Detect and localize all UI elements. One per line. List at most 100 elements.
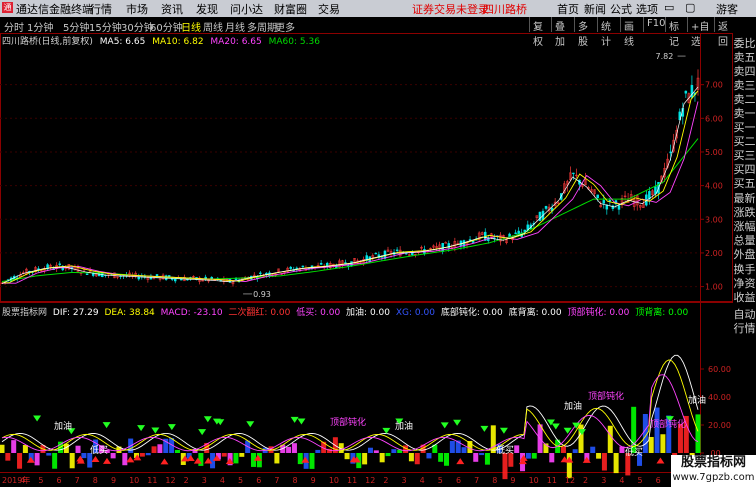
indicator-bar (461, 447, 467, 453)
sidebar-item-buy3[interactable]: 买三 (733, 149, 756, 162)
candle-body (234, 278, 238, 281)
indicator-bar (479, 453, 485, 456)
signal-label-top-dullness: 顶部钝化 (588, 390, 624, 402)
indicator-tick-label: 60.00 (708, 365, 731, 374)
sidebar-item-sell5[interactable]: 卖五 (733, 51, 756, 64)
sidebar-item-volume[interactable]: 总量 (733, 234, 756, 247)
broker-login-status[interactable]: 证券交易未登录 (412, 1, 489, 17)
period-tab-timeshare[interactable]: 分时 (4, 19, 24, 34)
indicator-bar (438, 453, 444, 462)
sidebar-item-sell2[interactable]: 卖二 (733, 93, 756, 106)
indicator-tick-label: 40.00 (708, 393, 731, 402)
period-tab-1min[interactable]: 1分钟 (27, 19, 53, 34)
indicator-bar (139, 453, 145, 457)
sell-signal-marker (126, 456, 135, 463)
menu-discover[interactable]: 发现 (196, 1, 218, 17)
time-axis-label: 2019年 (2, 475, 30, 485)
sidebar-item-quotes[interactable]: 行情 (733, 322, 756, 335)
price-tick-label: 1.00 (705, 283, 723, 292)
sidebar-item-latest[interactable]: 最新 (733, 192, 756, 205)
period-tab-15min[interactable]: 15分钟 (89, 19, 122, 34)
period-tab-week[interactable]: 周线 (203, 19, 223, 34)
multi-stock-button[interactable]: 多股 (574, 17, 597, 48)
period-tab-month[interactable]: 月线 (225, 19, 245, 34)
indicator-bar (233, 453, 239, 464)
sidebar-item-buy2[interactable]: 买二 (733, 135, 756, 148)
sidebar-item-buy4[interactable]: 买四 (733, 163, 756, 176)
buy-signal-marker (453, 419, 462, 426)
ind-item-3: XG: 0.00 (395, 308, 435, 318)
options-link[interactable]: 选项 (636, 1, 658, 17)
period-tab-more[interactable]: 更多 (275, 19, 295, 34)
menu-quotes[interactable]: 行情 (90, 1, 112, 17)
sidebar-item-outer[interactable]: 外盘 (733, 248, 756, 261)
time-axis-label: 6 (656, 476, 661, 485)
time-axis-label: 12 (165, 476, 175, 485)
sidebar-item-sell1[interactable]: 卖一 (733, 107, 756, 120)
time-axis-label: 5 (238, 476, 243, 485)
sidebar-item-sell4[interactable]: 卖四 (733, 65, 756, 78)
sell-signal-marker (456, 458, 465, 465)
add-watchlist-button[interactable]: +自选 (687, 17, 714, 48)
indicator-lines (1, 354, 699, 452)
sidebar-item-change[interactable]: 涨跌 (733, 206, 756, 219)
candlestick-layer (0, 69, 700, 287)
dea-line (1, 359, 699, 451)
mark-button[interactable]: 标记 (665, 17, 687, 48)
statistics-button[interactable]: 统计 (597, 17, 620, 48)
time-axis-label: 8 (93, 476, 98, 485)
candle-body (684, 90, 688, 94)
time-axis-label: 3 (601, 476, 606, 485)
buy-signal-marker (440, 422, 449, 429)
indicator-bar (502, 453, 508, 480)
period-tab-30min[interactable]: 30分钟 (121, 19, 154, 34)
sidebar-item-buy1[interactable]: 买一 (733, 121, 756, 134)
indicator-bar (221, 453, 227, 457)
guest-label[interactable]: 游客 (716, 1, 738, 17)
time-axis-label: 2 (383, 476, 388, 485)
time-axis-label: 6 (256, 476, 261, 485)
sidebar-item-buy5[interactable]: 买五 (733, 177, 756, 190)
indicator-bar (379, 453, 385, 463)
macd-value: MACD: -23.10 (160, 308, 223, 318)
chart-area[interactable]: 1.002.003.004.005.006.007.00 7.820.93 .0… (0, 33, 733, 487)
sidebar-item-weibi[interactable]: 委比 (733, 37, 756, 50)
time-axis-label: 3 (202, 476, 207, 485)
period-tab-60min[interactable]: 60分钟 (150, 19, 183, 34)
indicator-bar (315, 449, 321, 453)
sidebar-item-eps[interactable]: 收益 (733, 291, 756, 304)
window-icon[interactable]: ▢ (685, 1, 695, 14)
menu-info[interactable]: 资讯 (161, 1, 183, 17)
period-tab-multi[interactable]: 多周期 (247, 19, 277, 34)
news-link[interactable]: 新闻 (584, 1, 606, 17)
ind-item-0: 二次翻红: 0.00 (228, 308, 291, 318)
f10-button[interactable]: F10 (643, 17, 665, 32)
menu-trade[interactable]: 交易 (318, 1, 340, 17)
time-axis-label: 8 (293, 476, 298, 485)
time-axis-label: 3 (401, 476, 406, 485)
indicator-bar (122, 453, 128, 466)
overlay-button[interactable]: 叠加 (551, 17, 574, 48)
candle-body (319, 262, 323, 265)
home-link[interactable]: 首页 (557, 1, 579, 17)
ma10-value: MA10: 6.82 (152, 37, 204, 47)
sidebar-item-change-pct[interactable]: 涨幅 (733, 220, 756, 233)
formula-link[interactable]: 公式 (610, 1, 632, 17)
sidebar-item-net-assets[interactable]: 净资 (733, 277, 756, 290)
menu-wenxiaoda[interactable]: 问小达 (230, 1, 263, 17)
minimize-icon[interactable]: ▭ (664, 1, 674, 14)
adjust-button[interactable]: 复权 (529, 17, 551, 48)
sidebar-item-turnover[interactable]: 换手 (733, 263, 756, 276)
time-axis-label: 6 (56, 476, 61, 485)
menu-wealth[interactable]: 财富圈 (274, 1, 307, 17)
draw-line-button[interactable]: 画线 (620, 17, 643, 48)
period-tab-day[interactable]: 日线 (181, 19, 201, 34)
period-tab-5min[interactable]: 5分钟 (63, 19, 89, 34)
candle-body (514, 232, 517, 234)
app-name: 通达信金融终端 (16, 3, 93, 16)
sidebar-item-auto[interactable]: 自动 (733, 308, 756, 321)
candle-body (468, 239, 472, 241)
back-button[interactable]: 返回 (714, 17, 733, 48)
menu-market[interactable]: 市场 (126, 1, 148, 17)
sidebar-item-sell3[interactable]: 卖三 (733, 79, 756, 92)
